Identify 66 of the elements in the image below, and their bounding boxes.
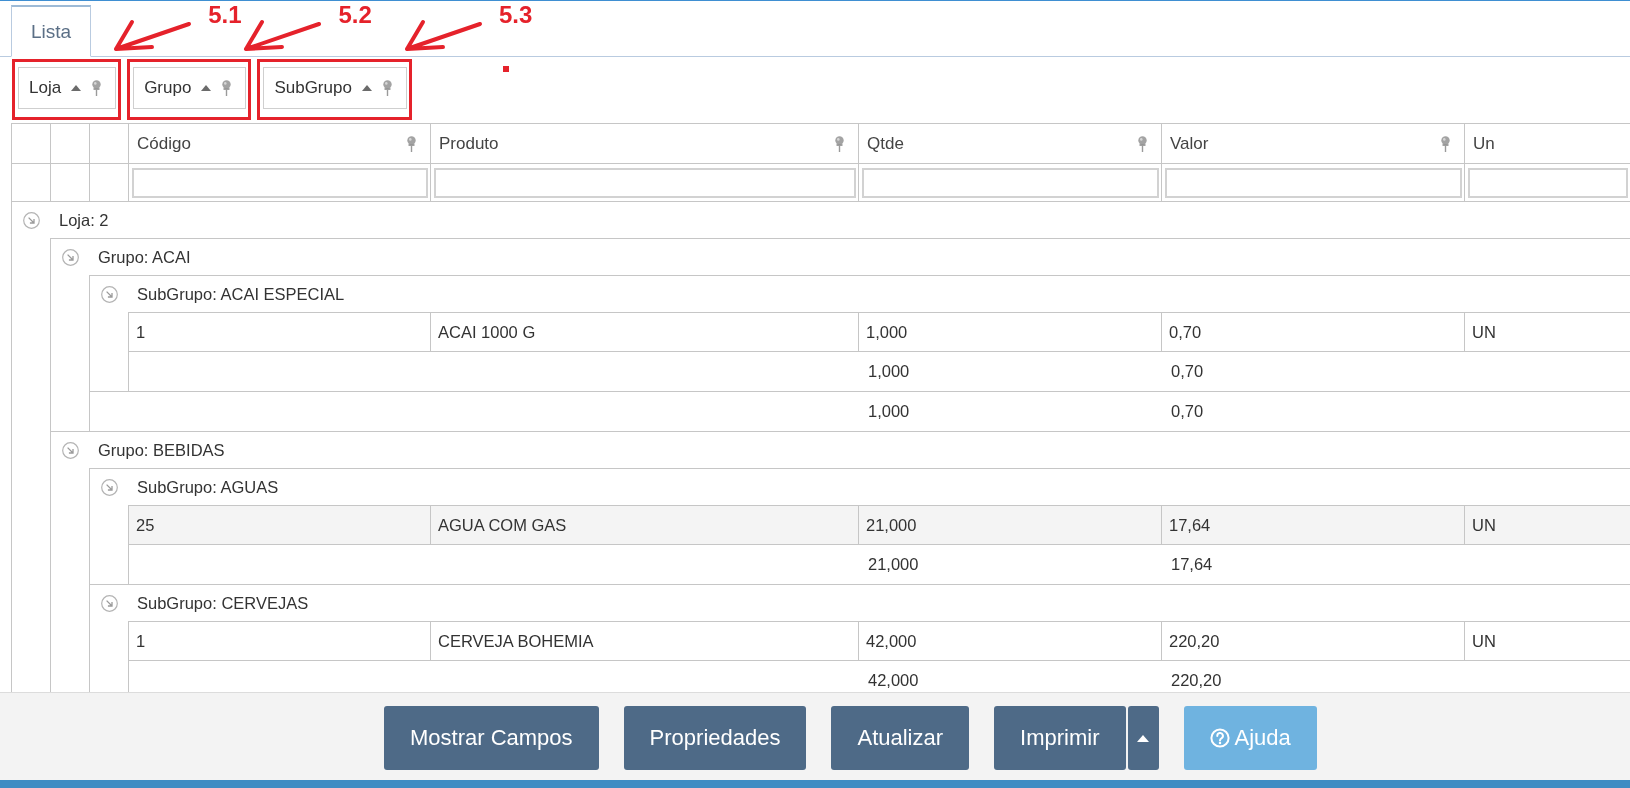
total-value: 220,20 [1170,671,1222,690]
table-cell: CERVEJA BOHEMIA [430,622,858,660]
pin-icon[interactable] [1440,135,1451,152]
table-cell-text: 25 [135,514,156,536]
table-row[interactable]: 1 ACAI 1000 G 1,000 0,70 UN [128,312,1630,351]
pin-icon[interactable] [381,80,393,96]
group-label: SubGrupo: ACAI ESPECIAL [136,284,345,304]
total-value: 1,000 [867,362,910,381]
sort-arrow-icon[interactable] [71,85,82,91]
group-label: SubGrupo: AGUAS [136,477,279,497]
table-cell: 17,64 [1161,506,1464,544]
pin-icon[interactable] [406,135,417,152]
filter-field[interactable] [862,167,1159,198]
group-by-field[interactable]: Loja [18,67,117,109]
footer-button[interactable]: Atualizar [831,706,970,770]
filter-field[interactable] [132,167,428,198]
pin-icon[interactable] [221,80,233,96]
total-value: 21,000 [867,555,919,574]
pin-icon[interactable] [834,135,845,152]
footer-button[interactable]: Mostrar Campos [384,706,599,770]
group-label: Loja: 2 [58,210,109,230]
column-header[interactable]: Código [128,124,430,163]
column-header[interactable]: Qtde [858,124,1161,163]
group-by-field[interactable]: SubGrupo [263,67,407,109]
filter-field[interactable] [1165,167,1462,198]
table-cell: UN [1464,622,1630,660]
column-header[interactable]: Produto [430,124,858,163]
table-cell: UN [1464,506,1630,544]
dropdown-button[interactable] [1127,706,1159,770]
table-cell: 1,000 [858,313,1161,351]
annotation-label: 5.2 [338,1,372,29]
group-label: SubGrupo: CERVEJAS [136,593,309,613]
group-label: Grupo: BEBIDAS [97,440,225,460]
table-cell: 220,20 [1161,622,1464,660]
caret-icon[interactable] [1137,734,1149,742]
column-header[interactable]: Valor [1161,124,1464,163]
table-row[interactable]: 25 AGUA COM GAS 21,000 17,64 UN [128,505,1630,544]
total-value: 0,70 [1170,402,1204,421]
group-by-field[interactable]: Grupo [133,67,247,109]
footer-button[interactable]: Propriedades [623,706,807,770]
annotation-label: 5.1 [208,1,242,29]
table-cell: ACAI 1000 G [430,313,858,351]
table-cell: AGUA COM GAS [430,506,858,544]
tab[interactable]: Lista [11,5,92,57]
filter-field[interactable] [1468,167,1628,198]
split-button[interactable]: Imprimir [994,706,1126,770]
table-cell-text: 1 [135,630,147,652]
table-cell: UN [1464,313,1630,351]
pin-icon[interactable] [1137,135,1148,152]
total-value: 1,000 [867,402,910,421]
total-value: 0,70 [1170,362,1204,381]
help-icon[interactable] [1209,728,1230,748]
column-header[interactable]: Un [1464,124,1630,163]
sort-arrow-icon[interactable] [201,85,212,91]
table-cell: 0,70 [1161,313,1464,351]
filter-field[interactable] [434,167,856,198]
sort-arrow-icon[interactable] [361,85,372,91]
table-cell: 42,000 [858,622,1161,660]
table-row[interactable]: 1 CERVEJA BOHEMIA 42,000 220,20 UN [128,621,1630,660]
table-cell-text: 1 [135,321,147,343]
pin-icon[interactable] [91,80,103,96]
table-cell: 21,000 [858,506,1161,544]
annotation-label: 5.3 [498,1,533,29]
total-value: 42,000 [867,671,919,690]
group-label: Grupo: ACAI [97,247,191,267]
total-value: 17,64 [1170,555,1213,574]
